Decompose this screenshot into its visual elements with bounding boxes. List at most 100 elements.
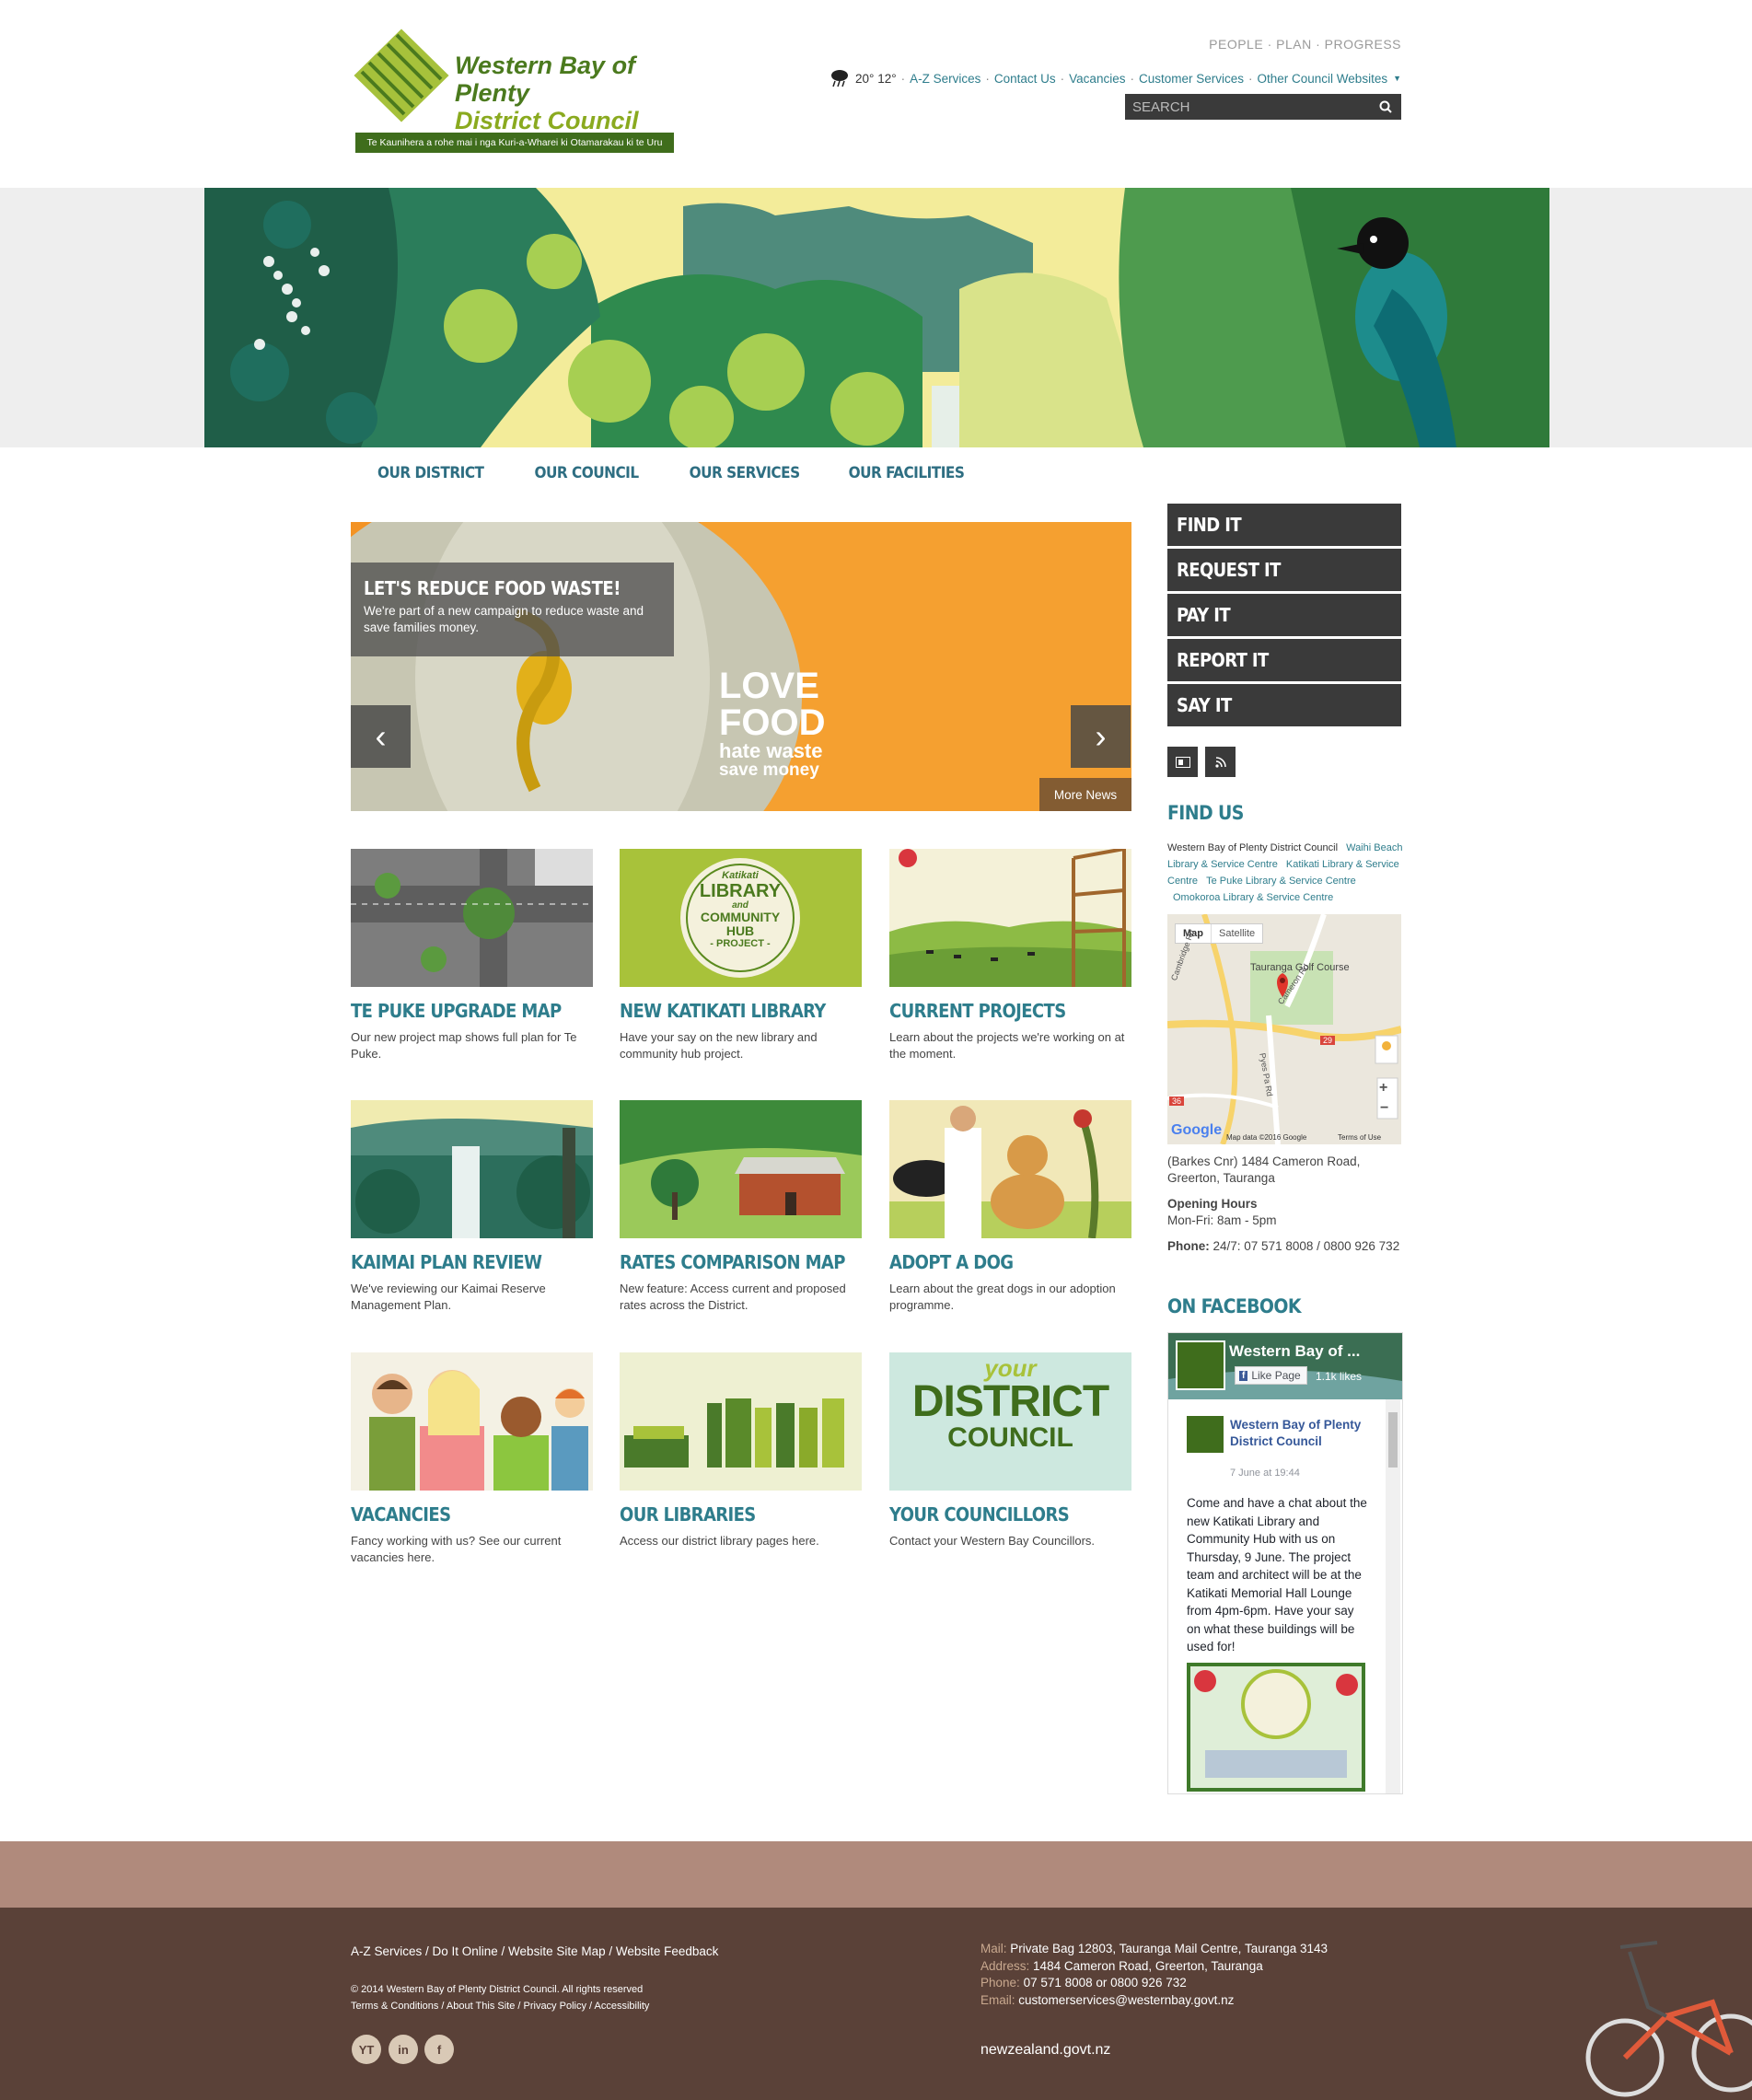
slide-caption[interactable]: LET'S REDUCE FOOD WASTE! We're part of a… <box>351 563 674 656</box>
map-tab-satellite[interactable]: Satellite <box>1211 924 1262 943</box>
newsletter-button[interactable] <box>1167 747 1198 777</box>
youtube-icon[interactable]: YT <box>352 2035 381 2064</box>
link-contact-us[interactable]: Contact Us <box>994 72 1056 86</box>
footer-phone-label: Phone: <box>980 1976 1020 1990</box>
tile-image[interactable] <box>889 849 1131 987</box>
tile-our-libraries[interactable]: OUR LIBRARIES Access our district librar… <box>620 1352 862 1549</box>
slide-title[interactable]: LET'S REDUCE FOOD WASTE! <box>364 577 661 599</box>
post-image[interactable] <box>1187 1663 1365 1792</box>
tile-title[interactable]: KAIMAI PLAN REVIEW <box>351 1251 593 1273</box>
request-it-button[interactable]: REQUEST IT <box>1167 549 1401 591</box>
findus-link-omokoroa[interactable]: Omokoroa Library & Service Centre <box>1173 892 1333 903</box>
google-map[interactable]: Map Satellite Tauranga Golf Course Cambr… <box>1167 914 1401 1144</box>
main-nav: OUR DISTRICT OUR COUNCIL OUR SERVICES OU… <box>351 460 990 486</box>
address-value: 1484 Cameron Road, Greerton, Tauranga <box>1033 1958 1263 1973</box>
tile-title[interactable]: RATES COMPARISON MAP <box>620 1251 862 1273</box>
tile-image[interactable] <box>620 1352 862 1491</box>
tile-image[interactable] <box>620 1100 862 1238</box>
tile-title[interactable]: VACANCIES <box>351 1503 593 1526</box>
tile-description: Learn about the projects we're working o… <box>889 1030 1125 1061</box>
logo-maori-strip: Te Kaunihera a rohe mai i nga Kuri-a-Wha… <box>355 133 674 153</box>
zoom-out-button[interactable]: − <box>1380 1100 1388 1117</box>
find-us-locations: Western Bay of Plenty District Council W… <box>1167 840 1403 906</box>
tile-image[interactable] <box>351 1352 593 1491</box>
slide-description: We're part of a new campaign to reduce w… <box>364 604 644 634</box>
tile-adopt-a-dog[interactable]: ADOPT A DOG Learn about the great dogs i… <box>889 1100 1131 1314</box>
tile-image[interactable] <box>351 1100 593 1238</box>
chevron-right-icon: › <box>1095 717 1107 755</box>
tile-title[interactable]: NEW KATIKATI LIBRARY <box>620 1000 862 1022</box>
tile-description: Have your say on the new library and com… <box>620 1030 818 1061</box>
post-author[interactable]: Western Bay of Plenty District Council <box>1230 1417 1368 1450</box>
facebook-page-name[interactable]: Western Bay of ... <box>1229 1342 1360 1361</box>
tile-title[interactable]: YOUR COUNCILLORS <box>889 1503 1131 1526</box>
tile-image[interactable] <box>351 849 593 987</box>
tile-title[interactable]: TE PUKE UPGRADE MAP <box>351 1000 593 1022</box>
facebook-like-button[interactable]: f Like Page <box>1235 1366 1307 1385</box>
rss-button[interactable] <box>1205 747 1236 777</box>
copyright-text: © 2014 Western Bay of Plenty District Co… <box>351 1984 644 1995</box>
tile-current-projects[interactable]: CURRENT PROJECTS Learn about the project… <box>889 849 1131 1062</box>
tile-rates-comparison-map[interactable]: RATES COMPARISON MAP New feature: Access… <box>620 1100 862 1314</box>
search-input[interactable] <box>1131 94 1364 120</box>
bicycle-illustration <box>1585 1941 1752 2097</box>
caret-down-icon[interactable]: ▼ <box>1393 74 1401 83</box>
findus-main-office: Western Bay of Plenty District Council <box>1167 842 1339 853</box>
email-value[interactable]: customerservices@westernbay.govt.nz <box>1018 1993 1234 2007</box>
say-it-button[interactable]: SAY IT <box>1167 684 1401 726</box>
link-az-services[interactable]: A-Z Services <box>910 72 980 86</box>
tile-new-katikati-library[interactable]: Katikati LIBRARY and COMMUNITY HUB - PRO… <box>620 849 862 1062</box>
link-customer-services[interactable]: Customer Services <box>1139 72 1244 86</box>
search-icon[interactable] <box>1379 100 1392 113</box>
love-food-logo: LOVE FOOD hate waste save money <box>719 666 826 780</box>
linkedin-icon[interactable]: in <box>389 2035 418 2064</box>
link-other-council-websites[interactable]: Other Council Websites <box>1258 72 1388 86</box>
post-text: Come and have a chat about the new Katik… <box>1187 1496 1367 1653</box>
link-vacancies[interactable]: Vacancies <box>1069 72 1125 86</box>
map-route-badge-36: 36 <box>1169 1096 1185 1106</box>
footer-hills <box>0 1841 1752 1908</box>
mail-value: Private Bag 12803, Tauranga Mail Centre,… <box>1010 1942 1329 1955</box>
map-canvas[interactable] <box>1167 914 1401 1144</box>
tile-image[interactable] <box>889 1100 1131 1238</box>
nav-our-services[interactable]: OUR SERVICES <box>664 460 824 486</box>
more-news-button[interactable]: More News <box>1039 778 1131 811</box>
tile-image[interactable]: your DISTRICT COUNCIL <box>889 1352 1131 1491</box>
phone-number: 24/7: 07 571 8008 / 0800 926 732 <box>1212 1239 1400 1253</box>
slider-next-button[interactable]: › <box>1071 705 1131 768</box>
tile-title[interactable]: ADOPT A DOG <box>889 1251 1131 1273</box>
facebook-scrollbar[interactable] <box>1386 1399 1400 1793</box>
tile-description: Fancy working with us? See our current v… <box>351 1534 562 1564</box>
tile-title[interactable]: OUR LIBRARIES <box>620 1503 862 1526</box>
nz-govt-logo[interactable]: newzealand.govt.nz <box>980 2042 1110 2059</box>
nav-our-district[interactable]: OUR DISTRICT <box>351 460 508 486</box>
news-slider[interactable]: LOVE FOOD hate waste save money LET'S RE… <box>351 522 1131 811</box>
facebook-page-avatar[interactable] <box>1176 1340 1225 1390</box>
logo-line-2: District Council <box>455 107 639 134</box>
facebook-header: Western Bay of ... f Like Page 1.1k like… <box>1168 1333 1402 1399</box>
zoom-in-button[interactable]: + <box>1379 1080 1387 1096</box>
logo-title: Western Bay of Plenty District Council <box>455 52 694 134</box>
tile-description: New feature: Access current and proposed… <box>620 1282 846 1312</box>
tile-te-puke-upgrade-map[interactable]: TE PUKE UPGRADE MAP Our new project map … <box>351 849 593 1062</box>
report-it-button[interactable]: REPORT IT <box>1167 639 1401 681</box>
tile-image[interactable]: Katikati LIBRARY and COMMUNITY HUB - PRO… <box>620 849 862 987</box>
footer-contact: Mail: Private Bag 12803, Tauranga Mail C… <box>980 1941 1328 2009</box>
slider-prev-button[interactable]: ‹ <box>351 705 411 768</box>
tile-kaimai-plan-review[interactable]: KAIMAI PLAN REVIEW We've reviewing our K… <box>351 1100 593 1314</box>
footer-legal-links[interactable]: Terms & Conditions / About This Site / P… <box>351 1998 649 2014</box>
pay-it-button[interactable]: PAY IT <box>1167 594 1401 636</box>
nav-our-facilities[interactable]: OUR FACILITIES <box>824 460 991 486</box>
findus-link-te-puke[interactable]: Te Puke Library & Service Centre <box>1206 876 1356 887</box>
tile-your-councillors[interactable]: your DISTRICT COUNCIL YOUR COUNCILLORS C… <box>889 1352 1131 1549</box>
tile-vacancies[interactable]: VACANCIES Fancy working with us? See our… <box>351 1352 593 1566</box>
post-timestamp[interactable]: 7 June at 19:44 <box>1230 1468 1300 1479</box>
nav-our-council[interactable]: OUR COUNCIL <box>508 460 663 486</box>
post-author-avatar[interactable] <box>1187 1416 1224 1453</box>
facebook-social-icon[interactable]: f <box>424 2035 454 2064</box>
map-terms-link[interactable]: Terms of Use <box>1338 1133 1381 1142</box>
footer <box>0 1908 1752 2100</box>
find-it-button[interactable]: FIND IT <box>1167 504 1401 546</box>
tile-title[interactable]: CURRENT PROJECTS <box>889 1000 1131 1022</box>
footer-links[interactable]: A-Z Services / Do It Online / Website Si… <box>351 1944 718 1958</box>
